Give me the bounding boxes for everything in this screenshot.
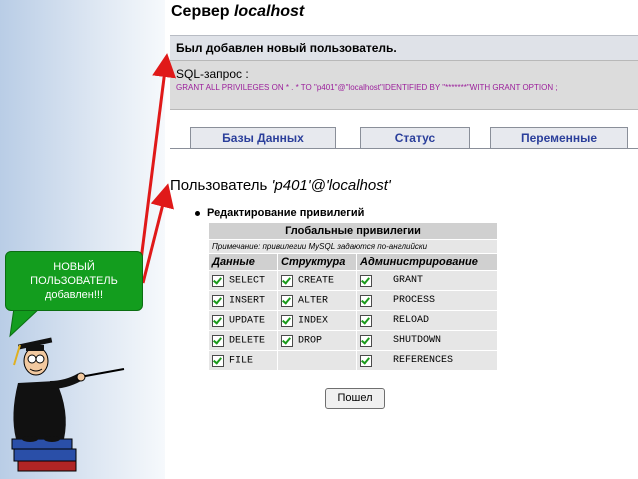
speech-bubble: НОВЫЙ ПОЛЬЗОВАТЕЛЬ добавлен!!! <box>5 251 143 311</box>
professor-icon <box>11 337 125 472</box>
